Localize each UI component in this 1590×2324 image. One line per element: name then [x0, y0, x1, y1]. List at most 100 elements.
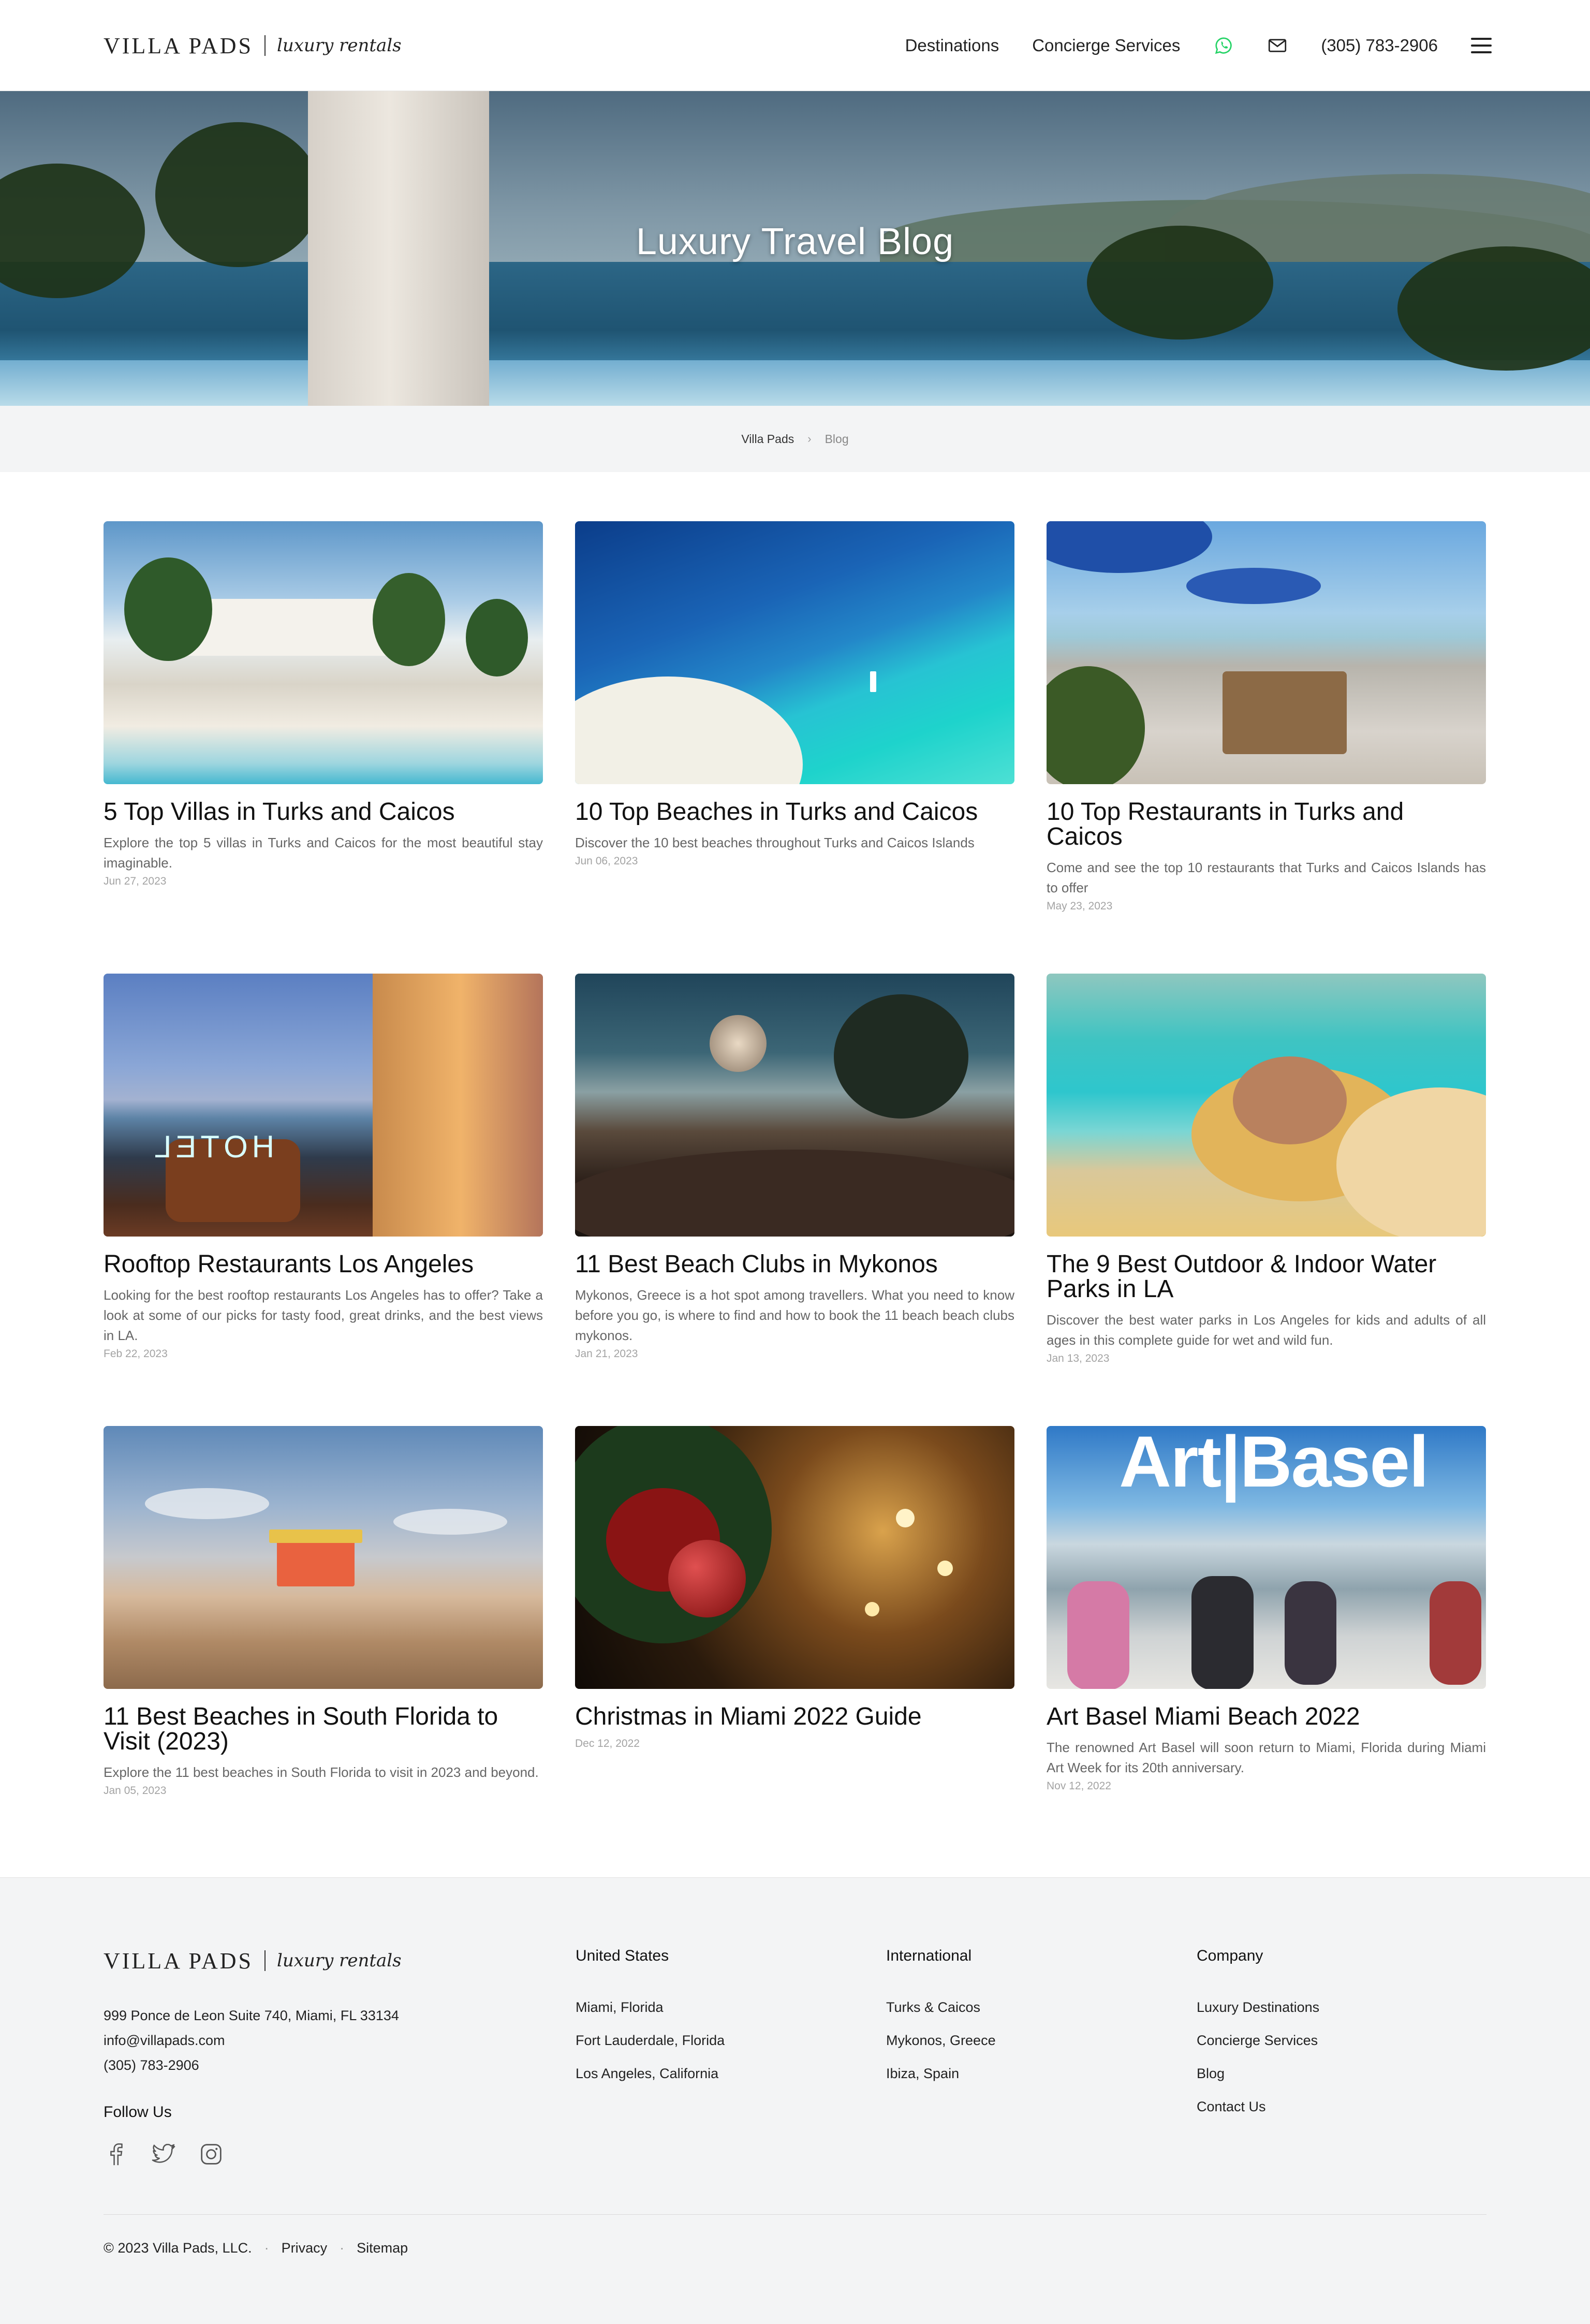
art-basel-sign: Art|Basel — [1119, 1426, 1429, 1502]
header-phone-link[interactable]: (305) 783-2906 — [1321, 36, 1438, 55]
footer-contact: 999 Ponce de Leon Suite 740, Miami, FL 3… — [104, 2003, 399, 2078]
copyright-text: © 2023 Villa Pads, LLC. — [104, 2240, 252, 2256]
post-date: May 23, 2023 — [1047, 900, 1113, 912]
post-excerpt: Mykonos, Greece is a hot spot among trav… — [575, 1287, 1014, 1343]
post-image[interactable] — [1047, 974, 1486, 1237]
post-date: Jun 27, 2023 — [104, 875, 167, 887]
post-excerpt: Come and see the top 10 restaurants that… — [1047, 860, 1486, 895]
post-image[interactable] — [104, 1426, 543, 1689]
social-links — [104, 2142, 246, 2167]
footer-divider — [104, 2214, 1486, 2215]
hotel-sign: HOTEL — [150, 1129, 275, 1164]
post-image[interactable] — [575, 974, 1014, 1237]
blog-card[interactable]: The 9 Best Outdoor & Indoor Water Parks … — [1047, 974, 1486, 1426]
nav-concierge-services[interactable]: Concierge Services — [1032, 36, 1180, 55]
footer-link-luxury-destinations[interactable]: Luxury Destinations — [1197, 1991, 1319, 2024]
post-title[interactable]: Christmas in Miami 2022 Guide — [575, 1704, 1014, 1729]
footer-col-united-states: United States Miami, Florida Fort Lauder… — [576, 1947, 725, 2090]
post-title[interactable]: Rooftop Restaurants Los Angeles — [104, 1252, 543, 1277]
post-date: Dec 12, 2022 — [575, 1738, 640, 1749]
footer-legal: © 2023 Villa Pads, LLC. · Privacy · Site… — [104, 2240, 408, 2256]
logo-wordmark: VILLA PADS — [104, 1948, 253, 1974]
footer-col-heading: Company — [1197, 1947, 1263, 1964]
footer-col-company: Company Luxury Destinations Concierge Se… — [1197, 1947, 1319, 2123]
post-image[interactable] — [104, 521, 543, 784]
blog-card[interactable]: HOTEL Rooftop Restaurants Los Angeles Lo… — [104, 974, 543, 1426]
whatsapp-icon[interactable] — [1213, 35, 1234, 56]
blog-card[interactable]: 5 Top Villas in Turks and Caicos Explore… — [104, 521, 543, 974]
post-image[interactable]: HOTEL — [104, 974, 543, 1237]
footer-logo[interactable]: VILLA PADS luxury rentals — [104, 1945, 402, 1976]
footer-col-heading: United States — [576, 1947, 669, 1964]
footer-link-miami[interactable]: Miami, Florida — [576, 1991, 725, 2024]
post-excerpt: The renowned Art Basel will soon return … — [1047, 1740, 1486, 1775]
instagram-icon[interactable] — [199, 2142, 224, 2167]
breadcrumb: Villa Pads › Blog — [0, 406, 1590, 472]
post-image[interactable]: Art|Basel — [1047, 1426, 1486, 1689]
blog-card[interactable]: 11 Best Beaches in South Florida to Visi… — [104, 1426, 543, 1878]
footer-link-ibiza[interactable]: Ibiza, Spain — [886, 2057, 996, 2090]
footer-link-contact-us[interactable]: Contact Us — [1197, 2090, 1319, 2123]
footer-col-heading: International — [886, 1947, 972, 1964]
menu-icon[interactable] — [1471, 35, 1492, 56]
footer-col-international: International Turks & Caicos Mykonos, Gr… — [886, 1947, 996, 2090]
post-title[interactable]: 5 Top Villas in Turks and Caicos — [104, 800, 543, 825]
post-title[interactable]: 10 Top Restaurants in Turks and Caicos — [1047, 800, 1486, 849]
blog-card[interactable]: Christmas in Miami 2022 Guide Dec 12, 20… — [575, 1426, 1014, 1878]
blog-card[interactable]: Art|Basel Art Basel Miami Beach 2022 The… — [1047, 1426, 1486, 1878]
blog-grid: 5 Top Villas in Turks and Caicos Explore… — [104, 521, 1486, 1878]
footer-email[interactable]: info@villapads.com — [104, 2028, 399, 2053]
footer-address: 999 Ponce de Leon Suite 740, Miami, FL 3… — [104, 2008, 399, 2023]
breadcrumb-home[interactable]: Villa Pads — [741, 432, 794, 446]
post-date: Nov 12, 2022 — [1047, 1780, 1111, 1792]
footer-link-turks-caicos[interactable]: Turks & Caicos — [886, 1991, 996, 2024]
logo-divider — [264, 1950, 266, 1971]
sitemap-link[interactable]: Sitemap — [357, 2240, 408, 2256]
post-excerpt: Looking for the best rooftop restaurants… — [104, 1287, 543, 1343]
blog-card[interactable]: 10 Top Restaurants in Turks and Caicos C… — [1047, 521, 1486, 974]
post-date: Jan 05, 2023 — [104, 1785, 167, 1797]
post-date: Jan 13, 2023 — [1047, 1352, 1110, 1364]
site-logo[interactable]: VILLA PADS luxury rentals — [104, 31, 402, 60]
footer-link-concierge-services[interactable]: Concierge Services — [1197, 2024, 1319, 2057]
post-title[interactable]: 10 Top Beaches in Turks and Caicos — [575, 800, 1014, 825]
footer-link-mykonos[interactable]: Mykonos, Greece — [886, 2024, 996, 2057]
nav-destinations[interactable]: Destinations — [905, 36, 999, 55]
blog-card[interactable]: 11 Best Beach Clubs in Mykonos Mykonos, … — [575, 974, 1014, 1426]
post-excerpt: Discover the 10 best beaches throughout … — [575, 835, 975, 850]
post-title[interactable]: The 9 Best Outdoor & Indoor Water Parks … — [1047, 1252, 1486, 1302]
privacy-link[interactable]: Privacy — [282, 2240, 328, 2256]
post-image[interactable] — [575, 521, 1014, 784]
main-nav: Destinations Concierge Services (305) 78… — [872, 31, 1492, 60]
logo-tagline: luxury rentals — [276, 1950, 402, 1971]
facebook-icon[interactable] — [104, 2142, 128, 2167]
footer-link-fort-lauderdale[interactable]: Fort Lauderdale, Florida — [576, 2024, 725, 2057]
post-title[interactable]: Art Basel Miami Beach 2022 — [1047, 1704, 1486, 1729]
post-excerpt: Explore the 11 best beaches in South Flo… — [104, 1764, 539, 1780]
mail-icon[interactable] — [1267, 35, 1288, 56]
follow-us-heading: Follow Us — [104, 2104, 172, 2121]
footer-link-blog[interactable]: Blog — [1197, 2057, 1319, 2090]
post-image[interactable] — [575, 1426, 1014, 1689]
footer-phone[interactable]: (305) 783-2906 — [104, 2053, 399, 2078]
post-image[interactable] — [1047, 521, 1486, 784]
post-date: Feb 22, 2023 — [104, 1348, 168, 1360]
page-title: Luxury Travel Blog — [636, 221, 954, 262]
post-title[interactable]: 11 Best Beaches in South Florida to Visi… — [104, 1704, 543, 1754]
site-header: VILLA PADS luxury rentals Destinations C… — [0, 0, 1590, 91]
breadcrumb-current: Blog — [825, 432, 849, 446]
post-date: Jan 21, 2023 — [575, 1348, 638, 1360]
hero-banner: Luxury Travel Blog — [0, 91, 1590, 406]
post-title[interactable]: 11 Best Beach Clubs in Mykonos — [575, 1252, 1014, 1277]
chevron-right-icon: › — [807, 432, 812, 445]
twitter-icon[interactable] — [151, 2142, 176, 2167]
logo-wordmark: VILLA PADS — [104, 33, 253, 58]
footer-link-los-angeles[interactable]: Los Angeles, California — [576, 2057, 725, 2090]
blog-card[interactable]: 10 Top Beaches in Turks and Caicos Disco… — [575, 521, 1014, 974]
post-date: Jun 06, 2023 — [575, 855, 638, 867]
post-excerpt: Discover the best water parks in Los Ang… — [1047, 1312, 1486, 1348]
site-footer: VILLA PADS luxury rentals 999 Ponce de L… — [0, 1877, 1590, 2324]
post-excerpt: Explore the top 5 villas in Turks and Ca… — [104, 835, 543, 871]
logo-divider — [264, 35, 266, 56]
logo-tagline: luxury rentals — [276, 35, 402, 56]
